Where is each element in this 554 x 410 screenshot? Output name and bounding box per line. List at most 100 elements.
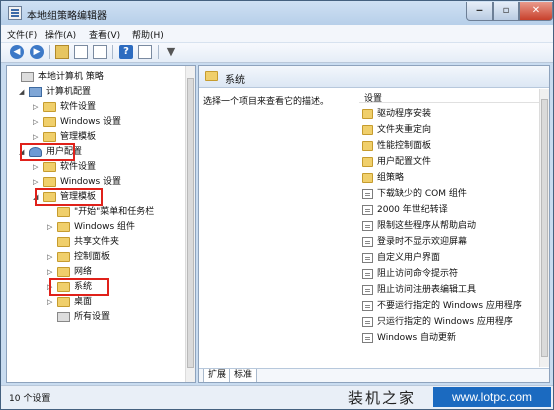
scrollbar-thumb[interactable]: [541, 99, 548, 357]
tree-item-label: 软件设置: [60, 162, 97, 172]
setting-icon: [362, 317, 373, 327]
folder-icon: [43, 102, 56, 112]
expander-icon[interactable]: ◢: [19, 85, 27, 100]
menu-help[interactable]: 帮助(H): [132, 28, 164, 41]
expander-icon[interactable]: ▷: [47, 295, 55, 310]
setting-icon: [362, 253, 373, 263]
export-list-icon[interactable]: [93, 45, 107, 59]
properties-icon[interactable]: [138, 45, 152, 59]
setting-label: 2000 年世纪转译: [377, 205, 448, 215]
show-tree-icon[interactable]: [74, 45, 88, 59]
folder-icon: [43, 132, 56, 142]
tree-item-label: 桌面: [74, 297, 93, 307]
menu-file[interactable]: 文件(F): [7, 28, 37, 41]
setting-icon: [362, 205, 373, 215]
highlight-user-config: [20, 143, 75, 161]
expander-icon[interactable]: ▷: [33, 100, 41, 115]
tab-extended[interactable]: 扩展: [203, 369, 232, 382]
folder-icon: [57, 207, 70, 217]
toolbar-divider: [112, 45, 113, 59]
folder-icon: [362, 109, 373, 119]
setting-label: 下载缺少的 COM 组件: [377, 189, 467, 199]
tree-item-label: Windows 设置: [60, 117, 122, 127]
minimize-button[interactable]: ‒: [466, 2, 493, 21]
setting-label: 不要运行指定的 Windows 应用程序: [377, 301, 522, 311]
scrollbar-thumb[interactable]: [187, 78, 194, 368]
up-folder-icon[interactable]: [55, 45, 69, 59]
folder-icon: [57, 297, 70, 307]
menu-action[interactable]: 操作(A): [45, 28, 76, 41]
setting-icon: [362, 333, 373, 343]
folder-icon: [43, 117, 56, 127]
maximize-button[interactable]: ▫: [493, 2, 519, 21]
folder-icon: [57, 252, 70, 262]
tree-scrollbar[interactable]: [185, 66, 195, 382]
folder-icon: [57, 222, 70, 232]
menu-view[interactable]: 查看(V): [89, 28, 120, 41]
toolbar-divider: [158, 45, 159, 59]
folder-icon: [43, 162, 56, 172]
tree-item-label: 本地计算机 策略: [38, 72, 104, 82]
setting-label: 阻止访问注册表编辑工具: [377, 285, 477, 295]
menu-bar: 文件(F) 操作(A) 查看(V) 帮助(H): [1, 25, 553, 43]
column-header-setting[interactable]: 设置: [359, 89, 549, 104]
details-header: 系统: [199, 66, 549, 88]
details-title: 系统: [225, 75, 245, 86]
column-header-label: 设置: [364, 94, 383, 104]
tree-item-label: 计算机配置: [46, 87, 92, 97]
view-tabs: 扩展 标准: [199, 368, 549, 382]
back-icon[interactable]: ◀: [10, 45, 24, 59]
settings-icon: [57, 312, 70, 322]
setting-icon: [362, 221, 373, 231]
setting-label: 文件夹重定向: [377, 125, 432, 135]
folder-icon: [57, 267, 70, 277]
details-pane: 系统 选择一个项目来查看它的描述。 设置 驱动程序安装 文件夹重定向 性能控制面…: [198, 65, 550, 383]
tree-item-label: "开始"菜单和任务栏: [74, 207, 155, 217]
expander-icon[interactable]: ▷: [33, 115, 41, 130]
tree-item-label: 软件设置: [60, 102, 97, 112]
title-bar: 本地组策略编辑器 ‒ ▫ ✕: [1, 1, 553, 25]
setting-label: 组策略: [377, 173, 405, 183]
setting-label: 登录时不显示欢迎屏幕: [377, 237, 468, 247]
folder-icon: [362, 125, 373, 135]
policy-editor-icon: [8, 6, 22, 20]
expander-icon[interactable]: ▷: [33, 160, 41, 175]
expander-icon[interactable]: ▷: [47, 220, 55, 235]
expander-icon[interactable]: ▷: [47, 250, 55, 265]
highlight-admin-templates: [35, 188, 103, 206]
setting-label: 驱动程序安装: [377, 109, 432, 119]
description-text: 选择一个项目来查看它的描述。: [203, 97, 330, 107]
tree-item-label: 共享文件夹: [74, 237, 120, 247]
filter-icon[interactable]: ▼: [164, 45, 178, 59]
setting-label: 性能控制面板: [377, 141, 432, 151]
tree-pane: 本地计算机 策略 ◢ 计算机配置 ▷ 软件设置 ▷ Windows 设置 ▷ 管…: [6, 65, 196, 383]
setting-label: 只运行指定的 Windows 应用程序: [377, 317, 513, 327]
folder-icon: [43, 177, 56, 187]
details-scrollbar[interactable]: [539, 89, 549, 367]
setting-label: 自定义用户界面: [377, 253, 441, 263]
watermark-url: www.lotpc.com: [433, 387, 551, 407]
setting-icon: [362, 237, 373, 247]
folder-icon: [205, 71, 218, 81]
tree-item-label: 控制面板: [74, 252, 111, 262]
close-button[interactable]: ✕: [519, 2, 553, 21]
folder-icon: [362, 173, 373, 183]
setting-icon: [362, 269, 373, 279]
setting-label: 用户配置文件: [377, 157, 432, 167]
status-text: 10 个设置: [9, 394, 51, 404]
tree-item-label: Windows 组件: [74, 222, 136, 232]
setting-label: 限制这些程序从帮助启动: [377, 221, 477, 231]
main-window: 本地组策略编辑器 ‒ ▫ ✕ 文件(F) 操作(A) 查看(V) 帮助(H) ◀…: [0, 0, 554, 410]
watermark-site: 装机之家: [348, 389, 417, 407]
setting-label: Windows 自动更新: [377, 333, 457, 343]
tab-standard[interactable]: 标准: [229, 369, 258, 382]
setting-icon: [362, 189, 373, 199]
folder-icon: [362, 141, 373, 151]
forward-icon[interactable]: ▶: [30, 45, 44, 59]
toolbar: ◀ ▶ ? ▼: [1, 43, 553, 63]
window-title: 本地组策略编辑器: [27, 11, 107, 22]
setting-icon: [362, 301, 373, 311]
folder-icon: [57, 237, 70, 247]
help-icon[interactable]: ?: [119, 45, 133, 59]
setting-icon: [362, 285, 373, 295]
